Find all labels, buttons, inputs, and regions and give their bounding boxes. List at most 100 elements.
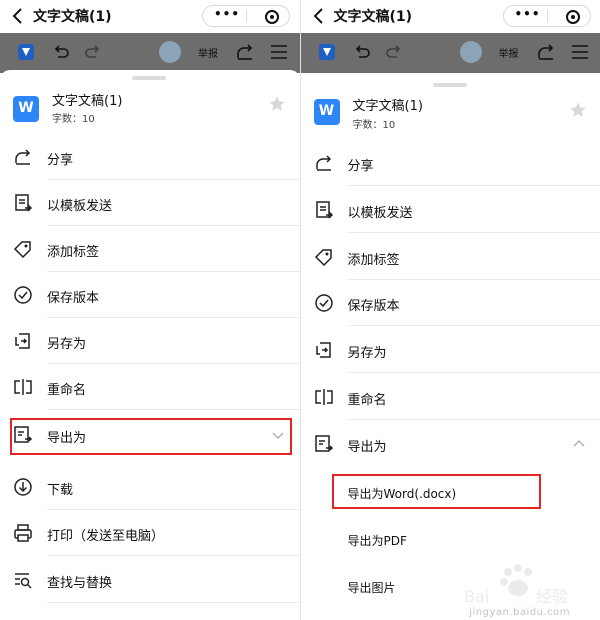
- menu-item-add-tag[interactable]: 添加标签: [301, 234, 600, 280]
- star-icon[interactable]: [569, 101, 587, 119]
- more-icon[interactable]: •••: [214, 7, 240, 21]
- sheet-drag-handle[interactable]: [432, 83, 467, 87]
- menu-item-label: 分享: [347, 159, 374, 174]
- close-target-icon[interactable]: [265, 10, 279, 24]
- export-option-label: 导出为PDF: [347, 534, 407, 548]
- menu-item-label: 添加标签: [47, 245, 100, 260]
- mini-program-capsule: •••: [202, 5, 290, 27]
- menu-item-label: 查找与替换: [47, 576, 113, 591]
- export-option-label: 导出图片: [347, 581, 396, 595]
- action-sheet: W 文字文稿(1) 字数：10 分享 以模板发送 添加标签 保存版本 另存为 重…: [0, 70, 300, 620]
- redo-icon[interactable]: [84, 43, 102, 61]
- right-panel: 文字文稿(1) ••• 举报 W 文字文稿(1) 字数：10 分享 以模板发送 …: [300, 0, 600, 620]
- save-as-icon: [315, 342, 331, 358]
- menu-item-label: 重命名: [47, 383, 87, 398]
- mini-program-capsule: •••: [502, 5, 591, 27]
- divider: [47, 555, 300, 556]
- page-title: 文字文稿(1): [33, 9, 112, 25]
- menu-item-label: 重命名: [347, 393, 387, 408]
- app-logo-icon: [318, 44, 335, 60]
- menu-item-save-as[interactable]: 另存为: [0, 318, 300, 364]
- capsule-divider: [546, 10, 548, 22]
- baidu-watermark-logo: Bai 经验: [464, 564, 568, 606]
- capsule-divider: [246, 10, 247, 22]
- sheet-drag-handle[interactable]: [132, 76, 166, 80]
- title-bar: 文字文稿(1) •••: [300, 0, 600, 33]
- save-as-icon: [15, 333, 30, 349]
- menu-item-save-version[interactable]: 保存版本: [301, 280, 600, 326]
- redo-icon[interactable]: [385, 43, 403, 61]
- print-icon: [14, 524, 32, 542]
- download-icon: [14, 478, 32, 496]
- menu-item-label: 以模板发送: [347, 206, 413, 221]
- menu-item-add-tag[interactable]: 添加标签: [0, 226, 300, 272]
- title-bar: 文字文稿(1) •••: [0, 0, 300, 33]
- divider: [47, 409, 300, 410]
- close-target-icon[interactable]: [565, 10, 580, 24]
- rename-icon: [14, 379, 32, 395]
- menu-item-export[interactable]: 导出为: [301, 421, 600, 467]
- comparison-screenshot: 文字文稿(1) ••• 举报 W 文字文稿(1) 字数：10 分享 以模板发送 …: [0, 0, 600, 620]
- menu-item-save-version[interactable]: 保存版本: [0, 272, 300, 318]
- menu-item-download[interactable]: 下载: [0, 464, 300, 510]
- highlight-box: [331, 474, 541, 509]
- menu-item-rename[interactable]: 重命名: [301, 374, 600, 420]
- share-icon[interactable]: [536, 42, 556, 62]
- star-icon[interactable]: [268, 95, 286, 113]
- document-icon: W: [13, 96, 39, 122]
- back-icon[interactable]: [8, 6, 28, 26]
- divider: [347, 419, 600, 420]
- document-word-count: 字数：10: [352, 120, 396, 131]
- menu-item-send-template[interactable]: 以模板发送: [301, 187, 600, 233]
- share-icon[interactable]: [235, 42, 255, 62]
- undo-icon[interactable]: [353, 43, 371, 61]
- menu-item-find-replace[interactable]: 查找与替换: [0, 557, 300, 603]
- menu-item-rename[interactable]: 重命名: [0, 364, 300, 410]
- export-icon: [314, 435, 333, 452]
- menu-item-send-template[interactable]: 以模板发送: [0, 180, 300, 226]
- menu-item-label: 以模板发送: [47, 199, 113, 214]
- chevron-up-icon: [573, 440, 584, 447]
- highlight-box: [10, 418, 292, 455]
- check-circle-icon: [14, 286, 32, 304]
- avatar[interactable]: [459, 41, 482, 63]
- watermark-url: jingyan.baidu.com: [469, 607, 570, 618]
- editor-toolbar: 举报: [0, 33, 300, 73]
- svg-text:经验: 经验: [536, 587, 568, 606]
- svg-text:Bai: Bai: [464, 587, 489, 606]
- menu-item-share[interactable]: 分享: [301, 140, 600, 186]
- menu-item-save-as[interactable]: 另存为: [301, 327, 600, 373]
- menu-item-label: 保存版本: [347, 299, 400, 314]
- page-title: 文字文稿(1): [333, 9, 413, 25]
- export-pdf-option[interactable]: 导出为PDF: [301, 517, 600, 563]
- action-sheet: W 文字文稿(1) 字数：10 分享 以模板发送 添加标签 保存版本 另存为 重…: [300, 77, 600, 620]
- report-button[interactable]: 举报: [499, 45, 519, 60]
- menu-icon[interactable]: [571, 44, 589, 60]
- menu-item-label: 下载: [47, 483, 74, 498]
- rename-icon: [314, 389, 333, 405]
- menu-item-share[interactable]: 分享: [0, 134, 300, 180]
- undo-icon[interactable]: [52, 43, 70, 61]
- back-icon[interactable]: [309, 6, 329, 26]
- document-icon: W: [313, 99, 340, 125]
- report-button[interactable]: 举报: [198, 45, 218, 60]
- check-circle-icon: [314, 294, 333, 312]
- avatar[interactable]: [159, 41, 181, 63]
- document-name: 文字文稿(1): [352, 99, 423, 114]
- menu-item-label: 添加标签: [347, 253, 400, 268]
- menu-item-label: 打印（发送至电脑）: [47, 529, 165, 544]
- menu-item-label: 保存版本: [47, 291, 100, 306]
- editor-toolbar: 举报: [300, 33, 600, 73]
- document-word-count: 字数：10: [52, 114, 95, 125]
- document-name: 文字文稿(1): [52, 94, 123, 109]
- left-panel: 文字文稿(1) ••• 举报 W 文字文稿(1) 字数：10 分享 以模板发送 …: [0, 0, 301, 620]
- menu-item-label: 导出为: [347, 440, 387, 455]
- app-logo-icon: [18, 44, 34, 60]
- menu-icon[interactable]: [270, 44, 288, 60]
- menu-item-label: 另存为: [347, 346, 387, 361]
- divider: [347, 185, 600, 186]
- divider: [347, 325, 600, 326]
- tag-icon: [13, 241, 31, 259]
- menu-item-print[interactable]: 打印（发送至电脑）: [0, 510, 300, 556]
- more-icon[interactable]: •••: [515, 7, 541, 21]
